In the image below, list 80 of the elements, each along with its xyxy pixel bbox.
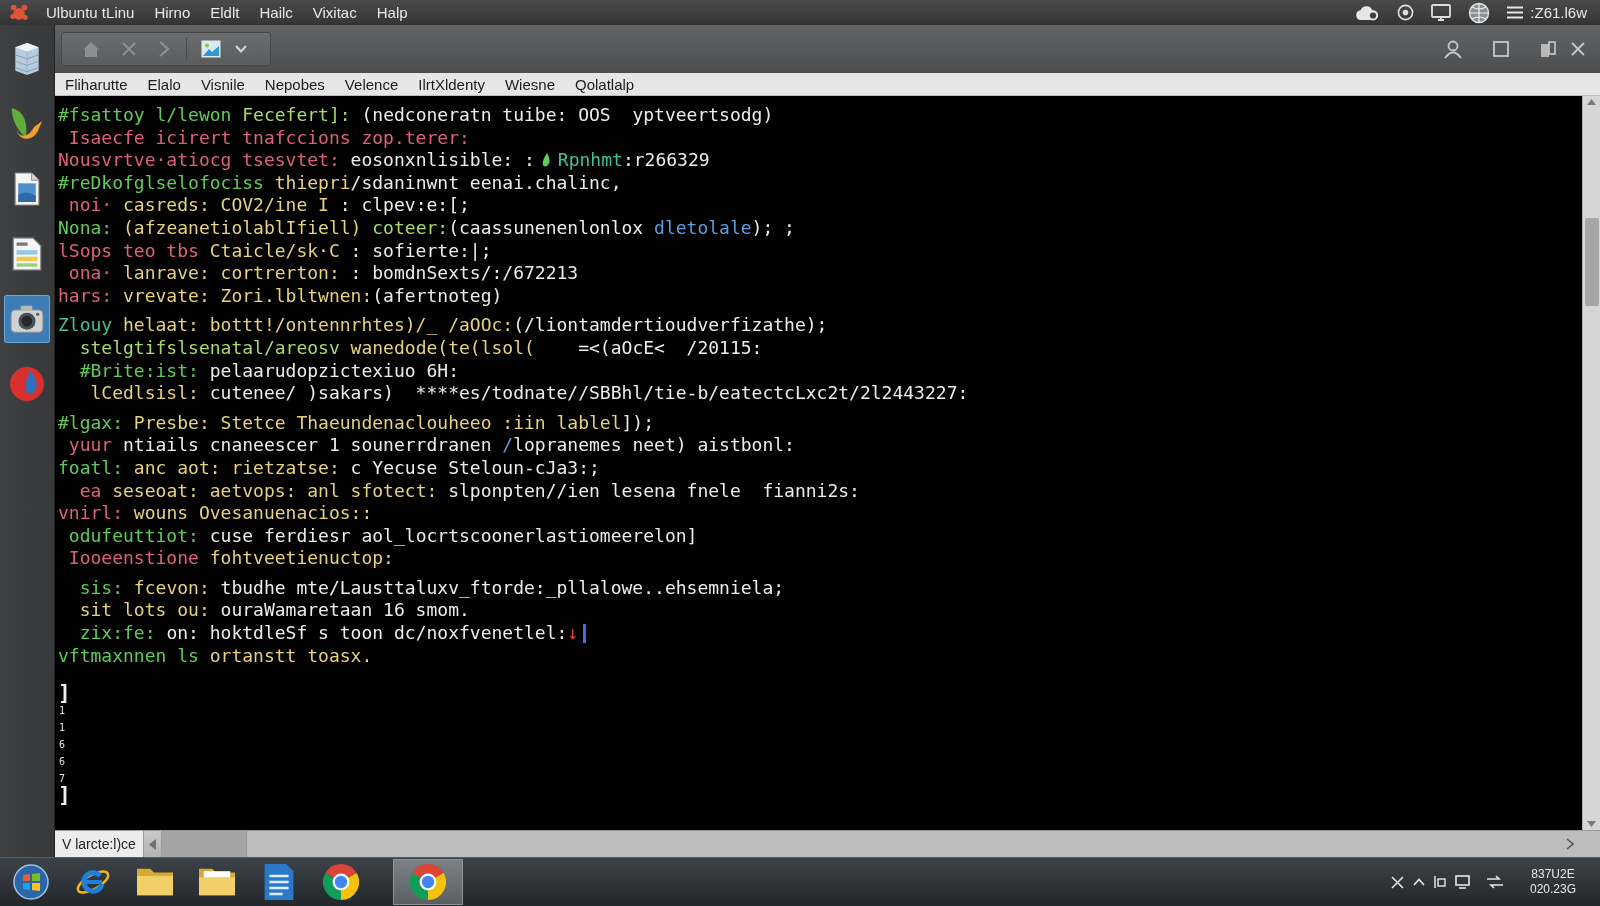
terminal-text: hars: vrevate: Zori.lbltwnen:(afertnoteg) <box>58 284 503 308</box>
terminal-text: Iooeenstione fohtveetienuctop: <box>67 547 394 570</box>
menu-item[interactable]: Visnile <box>190 75 255 93</box>
terminal-text: Isaecfe icirert tnafccions zop.terer: <box>67 126 470 150</box>
close-icon[interactable] <box>1571 42 1585 56</box>
cloud-icon[interactable] <box>1354 3 1381 22</box>
network-icon[interactable] <box>1484 874 1505 890</box>
globe-icon[interactable] <box>1468 1 1491 24</box>
scroll-down-icon[interactable] <box>1587 821 1596 827</box>
menu-item[interactable]: Vixitac <box>312 4 357 21</box>
scroll-up-icon[interactable] <box>1587 99 1596 105</box>
terminal-text: noi· casreds: COV2/ine I : clpev:e:[; <box>67 194 470 217</box>
menu-item[interactable]: Velence <box>334 75 409 93</box>
ball-drop-icon <box>10 367 44 401</box>
terminal-text: ea seseoat: aetvops: anl sfotect: slponpten//ien lesena fnele fianni2s: <box>78 479 860 503</box>
gutter-text: 6 <box>58 738 66 753</box>
clock-date: 020.23G <box>1529 882 1576 897</box>
monitor-icon[interactable] <box>1454 875 1470 889</box>
gutter-text: ] <box>58 685 71 703</box>
menu-item[interactable]: Elalo <box>137 75 191 93</box>
gutter-text: 7 <box>58 772 66 786</box>
circle-dot-icon[interactable] <box>1397 4 1415 21</box>
start-orb-icon <box>13 864 49 900</box>
chevron-up-icon[interactable] <box>1412 878 1425 886</box>
menu-item[interactable]: Fliharutte <box>55 75 138 93</box>
dock-item[interactable] <box>4 295 50 343</box>
panel-icon[interactable] <box>1540 40 1556 58</box>
terminal-text: Rpnhmt:r266329 <box>557 149 710 172</box>
picture-icon[interactable] <box>201 40 221 58</box>
spreadsheet-icon <box>10 237 44 271</box>
terminal-text: #fsattoy l/lewon Fecefert]: (nedconeratn tuibe: OOS yptveertsodg) <box>58 104 774 127</box>
menu-item[interactable]: Halp <box>376 4 408 21</box>
terminal-text: yuur ntiails cnaneescer 1 sounerrdranen /lopranemes neet) aistbonl: <box>67 434 795 457</box>
window-icon[interactable] <box>1433 876 1446 888</box>
gutter-text: 6 <box>58 755 66 770</box>
square-icon[interactable] <box>1493 41 1509 57</box>
menu-item[interactable]: Hirno <box>154 4 191 21</box>
menu-item[interactable]: Eldlt <box>210 4 240 21</box>
terminal-text: lSops teo tbs Ctaicle/sk·C : sofierte:|; <box>58 239 492 263</box>
terminal-text: sis: fcevon: tbudhe mte/Lausttaluxv_ftorde:_pllalowe..ehsemniela; <box>78 576 785 600</box>
logo-icon[interactable] <box>10 4 28 21</box>
menu-icon[interactable] <box>1507 6 1524 19</box>
menu-item[interactable]: Nepobes <box>254 75 335 93</box>
terminal-text: Zlouy helaat: bottt!/ontennrhtes)/_ /aOOc:(/liontamdertioudverfizathe); <box>58 314 828 337</box>
caret-icon[interactable] <box>235 45 247 53</box>
terminal-text: #lgax: Presbe: Stetce Thaeundenaclouheeo :iin lablel]); <box>58 411 655 435</box>
terminal-text: #Brite:ist: pelaarudopzictexiuo 6H: <box>78 359 459 383</box>
terminal-text: Nousvrtve·atiocg tsesvtet: eosonxnlisible: : <box>58 149 535 172</box>
terminal-text: foatl: anc aot: rietzatse: c Yecuse Steloun-cJa3:; <box>58 456 600 480</box>
terminal-text: zix:fe: on: hoktdleSf s toon dc/noxfvenetlel:↓ <box>78 622 579 645</box>
menu-item[interactable]: Wiesne <box>494 75 565 93</box>
browser-icon <box>323 864 359 900</box>
clock-time: 837U2E <box>1531 867 1575 882</box>
status-text: :Z61.l6w <box>1530 4 1587 21</box>
gutter-text: 1 <box>58 721 66 736</box>
terminal-text: odufeuttiot: cuse ferdiesr aol_locrtscoonerlastiomeerelon] <box>67 524 698 548</box>
terminal-text: #reDkofglselofociss thiepri/sdaninwnt eenai.chalinc, <box>58 171 622 195</box>
scroll-right-icon[interactable] <box>1566 838 1574 850</box>
menu-item[interactable]: Hailc <box>259 4 293 21</box>
terminal-text: ona· lanrave: cortrerton: : bomdnSexts/:/672213 <box>67 262 579 285</box>
terminal-text: Nona: (afzeanetiolablIfiell) coteer:(caassunenenlonlox dletolale); ; <box>58 216 795 240</box>
terminal-tab[interactable]: V larcte:l)ce <box>55 831 144 857</box>
scroll-thumb[interactable] <box>161 831 247 857</box>
gutter-text: ] <box>58 787 71 805</box>
scroll-left-icon[interactable] <box>148 838 156 850</box>
terminal-text: sit lots ou: ouraWamaretaan 16 smom. <box>78 599 470 623</box>
terminal-text: lCedlsisl: cutenee/ )sakars) ****es/todnate//SBBhl/tie-b/eatectcLxc2t/2l2443227: <box>89 382 969 405</box>
leaf-check-icon <box>10 107 44 141</box>
browser-icon <box>410 864 446 900</box>
scroll-thumb[interactable] <box>1584 218 1599 306</box>
menu-item[interactable]: IlrtXldenty <box>408 75 495 93</box>
terminal-text: vnirl: wouns Ovesanuenacios:: <box>58 502 373 525</box>
terminal-text: vftmaxnnen ls ortanstt toasx. <box>58 644 373 668</box>
cross-icon[interactable] <box>1390 875 1404 889</box>
menu-item[interactable]: Qolatlalp <box>565 75 645 93</box>
gutter-text: 1 <box>58 704 66 719</box>
person-icon[interactable] <box>1444 39 1462 59</box>
monitor-icon[interactable] <box>1431 4 1452 21</box>
terminal-text: stelgtifslsenatal/areosv wanedode(te(lsol( =<(aOcE< /20115: <box>78 336 763 360</box>
app-name[interactable]: Ulbuntu tLinu <box>46 4 135 21</box>
